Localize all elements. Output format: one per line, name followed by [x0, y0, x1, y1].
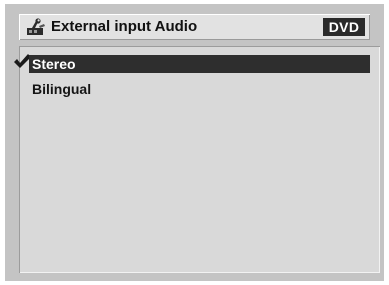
- menu-item-label: Bilingual: [32, 81, 92, 97]
- source-badge: DVD: [323, 18, 365, 36]
- menu-item-stereo[interactable]: Stereo: [29, 55, 370, 73]
- menu-item-bilingual[interactable]: Bilingual: [29, 80, 370, 98]
- menu-item-label: Stereo: [32, 56, 76, 72]
- page-title: External input Audio: [51, 18, 198, 35]
- header-bar: External input Audio DVD: [19, 14, 370, 40]
- osd-screen: External input Audio DVD: [5, 4, 384, 281]
- settings-tool-icon: [27, 18, 45, 35]
